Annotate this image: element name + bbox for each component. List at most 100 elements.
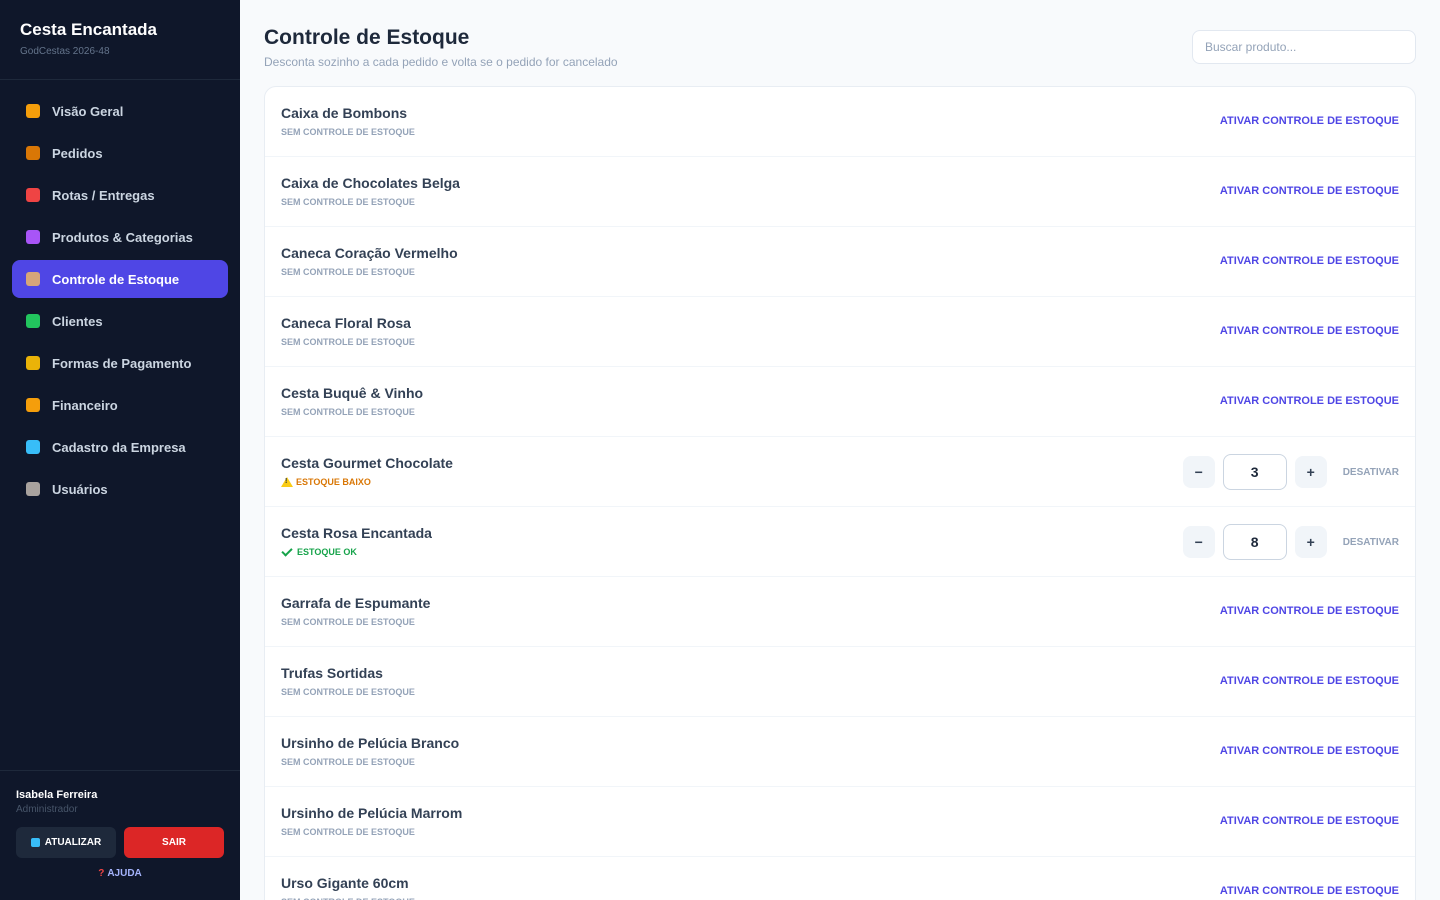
- credit-card-icon: [26, 356, 40, 370]
- question-icon: ?: [98, 868, 105, 879]
- quantity-field[interactable]: 3: [1222, 454, 1287, 490]
- refresh-icon: [30, 838, 40, 847]
- sidebar-item-user[interactable]: Usuários: [12, 470, 228, 508]
- stock-status-label: SEM CONTROLE DE ESTOQUE: [281, 197, 415, 207]
- stock-status-label: SEM CONTROLE DE ESTOQUE: [281, 757, 415, 767]
- activate-stock-button[interactable]: ATIVAR CONTROLE DE ESTOQUE: [1220, 815, 1399, 827]
- sidebar-footer: Isabela Ferreira Administrador ATUALIZAR…: [0, 770, 240, 900]
- decrement-button[interactable]: −: [1182, 526, 1215, 558]
- user-icon: [26, 482, 40, 496]
- product-row: Caneca Floral Rosa SEM CONTROLE DE ESTOQU…: [265, 297, 1415, 367]
- stock-status: SEM CONTROLE DE ESTOQUE: [281, 267, 415, 277]
- sidebar-item-money-bag[interactable]: Financeiro: [12, 386, 228, 424]
- user-name: Isabela Ferreira: [16, 789, 98, 801]
- stock-status-label: SEM CONTROLE DE ESTOQUE: [281, 827, 415, 837]
- sidebar-nav: Visão Geral Pedidos Rotas / Entregas Produt…: [0, 80, 240, 508]
- decrement-button[interactable]: −: [1182, 456, 1215, 488]
- check-icon: [281, 544, 293, 557]
- sidebar-item-office-building[interactable]: Cadastro da Empresa: [12, 428, 228, 466]
- sidebar-item-label: Clientes: [52, 313, 103, 329]
- product-name: Garrafa de Espumante: [281, 595, 431, 611]
- sidebar-item-label: Produtos & Categorias: [52, 229, 193, 245]
- product-name: Caixa de Bombons: [281, 105, 408, 121]
- people-icon: [26, 314, 40, 328]
- stock-status: SEM CONTROLE DE ESTOQUE: [281, 337, 415, 347]
- shopping-bags-icon: [26, 230, 40, 244]
- increment-button[interactable]: +: [1294, 456, 1327, 488]
- product-name: Cesta Buquê & Vinho: [281, 385, 424, 401]
- logout-button[interactable]: SAIR: [124, 827, 224, 858]
- sidebar-item-label: Formas de Pagamento: [52, 355, 192, 371]
- stock-status: ESTOQUE OK: [281, 544, 357, 557]
- product-row: Cesta Buquê & Vinho SEM CONTROLE DE ESTOQ…: [265, 367, 1415, 437]
- sidebar-item-bar-chart[interactable]: Visão Geral: [12, 92, 228, 130]
- bar-chart-icon: [26, 104, 40, 118]
- brand: Cesta Encantada GodCestas 2026-48: [0, 0, 240, 80]
- sidebar-item-label: Financeiro: [52, 397, 118, 413]
- product-name: Caneca Coração Vermelho: [281, 245, 458, 261]
- deactivate-button[interactable]: DESATIVAR: [1343, 467, 1399, 478]
- money-bag-icon: [26, 398, 40, 412]
- stock-status: SEM CONTROLE DE ESTOQUE: [281, 757, 415, 767]
- refresh-label: ATUALIZAR: [44, 837, 102, 848]
- product-name: Cesta Rosa Encantada: [281, 525, 432, 541]
- product-row: Cesta Gourmet Chocolate ESTOQUE BAIXO −3+ D…: [265, 437, 1415, 507]
- activate-stock-button[interactable]: ATIVAR CONTROLE DE ESTOQUE: [1220, 395, 1399, 407]
- stock-status: SEM CONTROLE DE ESTOQUE: [281, 127, 415, 137]
- page-title: Controle de Estoque: [264, 26, 470, 49]
- activate-stock-button[interactable]: ATIVAR CONTROLE DE ESTOQUE: [1220, 255, 1399, 267]
- stock-status: SEM CONTROLE DE ESTOQUE: [281, 407, 415, 417]
- product-name: Cesta Gourmet Chocolate: [281, 455, 453, 471]
- activate-stock-button[interactable]: ATIVAR CONTROLE DE ESTOQUE: [1220, 745, 1399, 757]
- stock-status: ESTOQUE BAIXO: [281, 477, 371, 487]
- user-role: Administrador: [16, 804, 78, 815]
- activate-stock-button[interactable]: ATIVAR CONTROLE DE ESTOQUE: [1220, 185, 1399, 197]
- stock-status-label: SEM CONTROLE DE ESTOQUE: [281, 617, 415, 627]
- product-list: Caixa de Bombons SEM CONTROLE DE ESTOQUE A…: [264, 86, 1416, 900]
- sidebar-item-credit-card[interactable]: Formas de Pagamento: [12, 344, 228, 382]
- quantity-stepper: −3 + DESATIVAR: [1182, 454, 1399, 490]
- product-row: Caneca Coração Vermelho SEM CONTROLE DE E…: [265, 227, 1415, 297]
- sidebar-item-truck[interactable]: Rotas / Entregas: [12, 176, 228, 214]
- sidebar-item-shopping-bags[interactable]: Produtos & Categorias: [12, 218, 228, 256]
- product-row: Garrafa de Espumante SEM CONTROLE DE ESTO…: [265, 577, 1415, 647]
- box-icon: [26, 146, 40, 160]
- search-input[interactable]: [1192, 30, 1416, 64]
- stock-status-label: ESTOQUE BAIXO: [296, 477, 371, 487]
- product-name: Ursinho de Pelúcia Branco: [281, 735, 460, 751]
- sidebar-item-label: Visão Geral: [52, 103, 124, 119]
- stock-status: SEM CONTROLE DE ESTOQUE: [281, 197, 415, 207]
- sidebar-item-people[interactable]: Clientes: [12, 302, 228, 340]
- sidebar-item-label: Controle de Estoque: [52, 271, 180, 287]
- help-label: AJUDA: [107, 868, 142, 879]
- activate-stock-button[interactable]: ATIVAR CONTROLE DE ESTOQUE: [1220, 885, 1399, 897]
- product-name: Ursinho de Pelúcia Marrom: [281, 805, 463, 821]
- deactivate-button[interactable]: DESATIVAR: [1343, 537, 1399, 548]
- product-row: Ursinho de Pelúcia Marrom SEM CONTROLE DE…: [265, 787, 1415, 857]
- quantity-field[interactable]: 8: [1222, 524, 1287, 560]
- product-name: Trufas Sortidas: [281, 665, 383, 681]
- stock-status-label: SEM CONTROLE DE ESTOQUE: [281, 337, 415, 347]
- sidebar-item-label: Rotas / Entregas: [52, 187, 155, 203]
- product-row: Caixa de Bombons SEM CONTROLE DE ESTOQUE A…: [265, 87, 1415, 157]
- stock-status: SEM CONTROLE DE ESTOQUE: [281, 687, 415, 697]
- product-name: Urso Gigante 60cm: [281, 875, 409, 891]
- sidebar-item-box[interactable]: Pedidos: [12, 134, 228, 172]
- increment-button[interactable]: +: [1294, 526, 1327, 558]
- help-link[interactable]: ? AJUDA: [16, 868, 224, 879]
- quantity-stepper: −8 + DESATIVAR: [1182, 524, 1399, 560]
- refresh-button[interactable]: ATUALIZAR: [16, 827, 116, 858]
- sidebar-item-package[interactable]: Controle de Estoque: [12, 260, 228, 298]
- activate-stock-button[interactable]: ATIVAR CONTROLE DE ESTOQUE: [1220, 605, 1399, 617]
- stock-status-label: SEM CONTROLE DE ESTOQUE: [281, 687, 415, 697]
- stock-status: SEM CONTROLE DE ESTOQUE: [281, 617, 415, 627]
- brand-subtitle: GodCestas 2026-48: [20, 46, 110, 57]
- activate-stock-button[interactable]: ATIVAR CONTROLE DE ESTOQUE: [1220, 115, 1399, 127]
- activate-stock-button[interactable]: ATIVAR CONTROLE DE ESTOQUE: [1220, 675, 1399, 687]
- product-row: Trufas Sortidas SEM CONTROLE DE ESTOQUE AT…: [265, 647, 1415, 717]
- stock-status: SEM CONTROLE DE ESTOQUE: [281, 827, 415, 837]
- product-row: Urso Gigante 60cmSEM CONTROLE DE ESTOQUE…: [265, 857, 1415, 900]
- activate-stock-button[interactable]: ATIVAR CONTROLE DE ESTOQUE: [1220, 325, 1399, 337]
- truck-icon: [26, 188, 40, 202]
- brand-title: Cesta Encantada: [20, 20, 157, 39]
